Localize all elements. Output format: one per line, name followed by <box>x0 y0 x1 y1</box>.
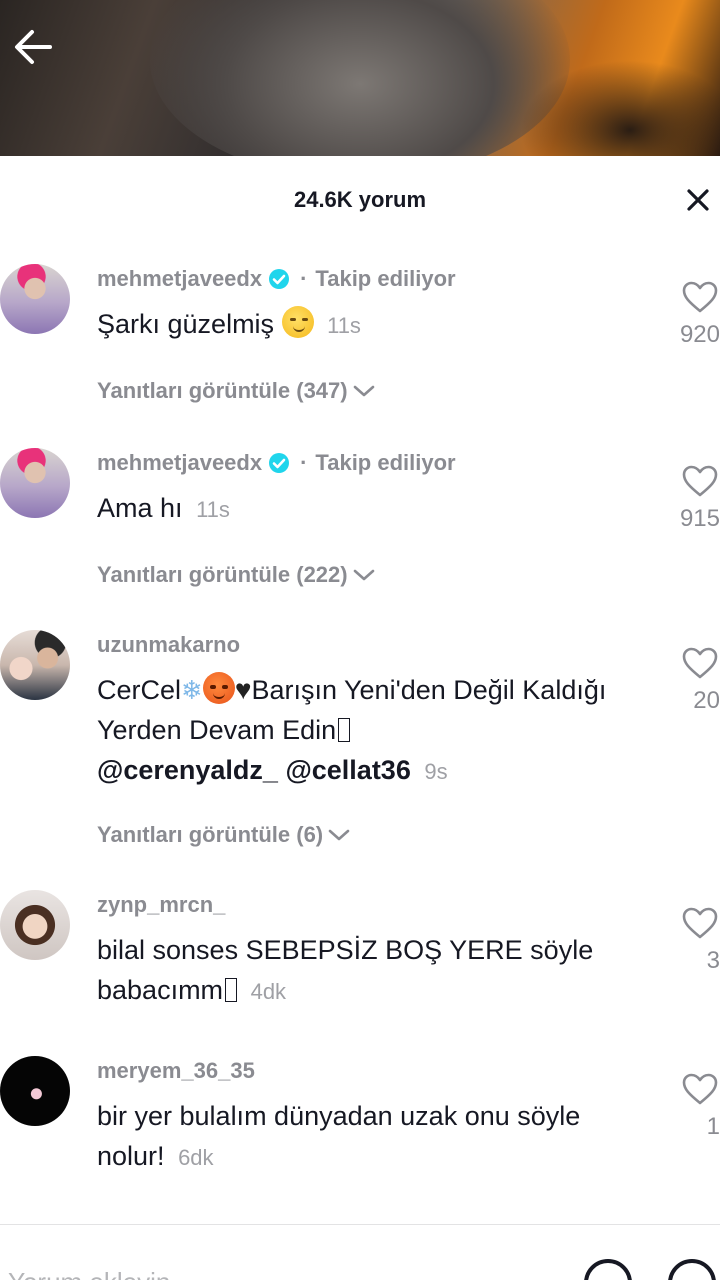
view-replies-label: Yanıtları görüntüle (347) <box>97 378 348 403</box>
comment-username[interactable]: mehmetjaveedx <box>97 266 262 292</box>
view-replies-button[interactable]: Yanıtları görüntüle (222) <box>97 562 376 588</box>
like-button[interactable]: 915 <box>660 464 720 533</box>
video-subject <box>150 0 570 156</box>
view-replies-button[interactable]: Yanıtları görüntüle (347) <box>97 378 376 404</box>
comment-username[interactable]: uzunmakarno <box>97 632 240 658</box>
comment-input[interactable]: Yorum ekleyin... <box>8 1267 192 1280</box>
comment-text-content: Şarkı güzelmiş <box>97 309 275 339</box>
video-preview <box>0 0 720 156</box>
comment-username[interactable]: meryem_36_35 <box>97 1058 255 1084</box>
comment-count-title: 24.6K yorum <box>293 187 427 212</box>
comment-text: bilal sonses SEBEPSİZ BOŞ YERE söyle bab… <box>97 930 632 1012</box>
mention-link[interactable]: @cellat36 <box>285 755 410 785</box>
comment-text: Ama hı 11s <box>97 488 640 530</box>
heart-outline-icon <box>682 647 718 679</box>
comment-text-content: CerCel <box>97 675 182 705</box>
heart-outline-icon <box>682 281 718 313</box>
separator-dot: · <box>300 266 308 291</box>
like-count: 1 <box>706 1113 720 1140</box>
comment-text: bir yer bulalım dünyadan uzak onu söyle … <box>97 1096 632 1178</box>
comment-text: CerCel❄ ♥Barışın Yeni'den Değil Kaldığı Y… <box>97 670 632 792</box>
heart-outline-icon <box>682 907 718 939</box>
chevron-down-icon <box>353 385 374 397</box>
comment-time: 11s <box>327 313 361 338</box>
back-button[interactable] <box>10 24 56 70</box>
avatar[interactable] <box>0 890 70 960</box>
following-label: Takip ediliyor <box>315 266 456 291</box>
view-replies-button[interactable]: Yanıtları görüntüle (6) <box>97 822 351 848</box>
comment-text-content: bir yer bulalım dünyadan uzak onu söyle … <box>97 1101 581 1171</box>
close-icon <box>687 189 709 211</box>
like-button[interactable]: 3 <box>660 906 720 975</box>
like-button[interactable]: 920 <box>660 280 720 349</box>
mention-button[interactable] <box>584 1259 632 1280</box>
comment-time: 11s <box>196 497 230 522</box>
comment-time: 6dk <box>178 1145 214 1170</box>
view-replies-label: Yanıtları görüntüle (6) <box>97 822 324 847</box>
separator-dot: · <box>300 450 308 475</box>
like-count: 920 <box>679 321 720 348</box>
avatar[interactable] <box>0 448 70 518</box>
heart-outline-icon <box>682 1073 718 1105</box>
like-button[interactable]: 1 <box>660 1072 720 1141</box>
close-button[interactable] <box>680 182 716 218</box>
black-heart-emoji-icon: ♥ <box>234 674 252 705</box>
chevron-down-icon <box>353 569 374 581</box>
unknown-glyph-icon <box>338 718 351 742</box>
comment-item: zynp_mrcn_ bilal sonses SEBEPSİZ BOŞ YER… <box>0 890 720 1020</box>
following-label: Takip ediliyor <box>315 450 456 475</box>
like-count: 20 <box>693 687 720 714</box>
comment-text-content: bilal sonses SEBEPSİZ BOŞ YERE söyle bab… <box>97 935 594 1005</box>
comment-username[interactable]: zynp_mrcn_ <box>97 892 225 918</box>
chevron-down-icon <box>328 829 350 841</box>
like-count: 915 <box>679 505 720 532</box>
comment-username[interactable]: mehmetjaveedx <box>97 450 262 476</box>
heart-outline-icon <box>682 465 718 497</box>
avatar[interactable] <box>0 1056 70 1126</box>
smirk-emoji-icon <box>281 306 314 338</box>
devil-emoji-icon <box>202 672 235 704</box>
verified-badge-icon <box>269 453 290 473</box>
comment-input-bar: Yorum ekleyin... <box>0 1224 720 1280</box>
emoji-button[interactable] <box>668 1259 716 1280</box>
comment-time: 4dk <box>250 979 287 1004</box>
mention-link[interactable]: @cerenyaldz_ <box>97 755 278 785</box>
arrow-left-icon <box>15 30 52 64</box>
like-button[interactable]: 20 <box>660 646 720 715</box>
comment-text: Şarkı güzelmiş 11s <box>97 304 640 346</box>
like-count: 3 <box>706 947 720 974</box>
verified-badge-icon <box>269 269 290 289</box>
comment-time: 9s <box>424 759 448 784</box>
comment-item: meryem_36_35 bir yer bulalım dünyadan uz… <box>0 1056 720 1186</box>
comment-item: uzunmakarno CerCel❄ ♥Barışın Yeni'den Değ… <box>0 630 720 810</box>
avatar[interactable] <box>0 630 70 700</box>
sheet-header: 24.6K yorum <box>0 156 720 244</box>
avatar[interactable] <box>0 264 70 334</box>
unknown-glyph-icon <box>225 978 238 1002</box>
comment-text-content: Ama hı <box>97 493 183 523</box>
snowflake-emoji-icon: ❄ <box>181 675 203 705</box>
view-replies-label: Yanıtları görüntüle (222) <box>97 562 348 587</box>
